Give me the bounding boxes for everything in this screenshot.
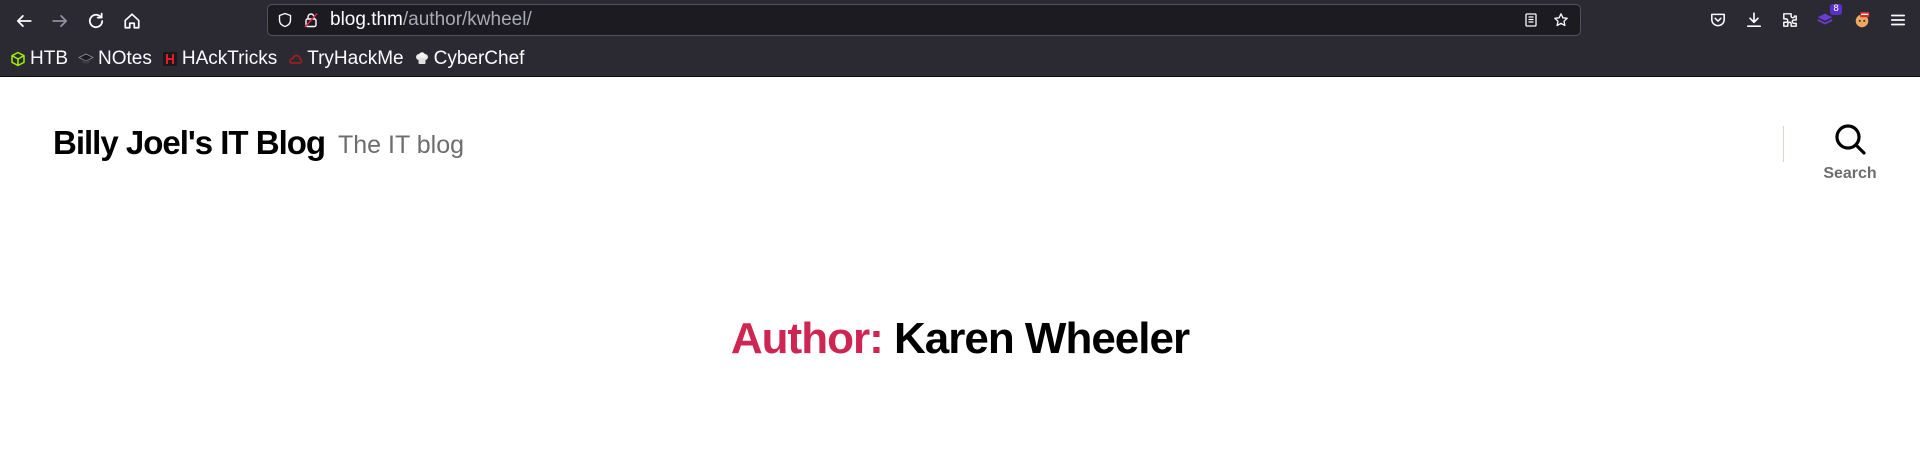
url-text[interactable]: blog.thm/author/kwheel/ [330, 9, 532, 31]
archive-title-prefix: Author: [730, 314, 884, 363]
htb-cube-icon [10, 51, 26, 67]
home-icon[interactable] [114, 3, 150, 39]
pocket-icon[interactable] [1700, 2, 1736, 38]
bookmark-label: NOtes [98, 47, 152, 69]
url-path: /author/kwheel/ [402, 9, 532, 30]
extension-badge-count: 8 [1830, 4, 1842, 15]
notes-hat-icon [78, 51, 94, 67]
bookmarks-bar: HTB NOtes HAckTricks TryHackMe CyberChef [0, 41, 1920, 77]
menu-icon[interactable] [1880, 2, 1916, 38]
bookmark-label: CyberChef [433, 47, 525, 69]
hacktricks-icon [162, 51, 178, 67]
downloads-icon[interactable] [1736, 2, 1772, 38]
bookmark-star-icon[interactable] [1550, 9, 1572, 31]
browser-toolbar: blog.thm/author/kwheel/ 8 [0, 0, 1920, 41]
search-label: Search [1823, 165, 1877, 182]
header-divider [1783, 126, 1784, 162]
archive-title: Author: Karen Wheeler [0, 314, 1920, 364]
bookmark-tryhackme[interactable]: TryHackMe [287, 47, 404, 70]
site-description: The IT blog [338, 131, 465, 159]
extensions-icon[interactable] [1772, 2, 1808, 38]
web-page: Billy Joel's IT Blog The IT blog Search … [0, 78, 1920, 473]
search-toggle-button[interactable]: Search [1800, 122, 1900, 192]
back-arrow-icon[interactable] [6, 3, 42, 39]
extension-badge-icon[interactable]: 8 [1808, 2, 1844, 38]
forward-arrow-icon[interactable] [42, 3, 78, 39]
url-bar[interactable]: blog.thm/author/kwheel/ [267, 4, 1581, 36]
bookmark-label: HTB [30, 47, 68, 69]
insecure-lock-icon[interactable] [300, 9, 322, 31]
search-icon [1833, 122, 1867, 161]
reload-icon[interactable] [78, 3, 114, 39]
bookmark-hacktricks[interactable]: HAckTricks [162, 48, 277, 70]
chef-hat-icon [414, 51, 430, 67]
url-host: blog.thm [330, 9, 403, 30]
bookmark-label: TryHackMe [307, 47, 404, 69]
tracking-shield-icon[interactable] [274, 9, 296, 31]
reader-view-icon[interactable] [1520, 9, 1542, 31]
bookmark-htb[interactable]: HTB [10, 48, 68, 70]
author-name: Karen Wheeler [893, 314, 1190, 363]
bookmark-cyberchef[interactable]: CyberChef [414, 47, 525, 70]
bookmark-label: HAckTricks [181, 47, 278, 69]
tryhackme-icon [287, 51, 303, 67]
bookmark-notes[interactable]: NOtes [78, 48, 152, 70]
extension-avatar-icon[interactable] [1844, 2, 1880, 38]
site-title[interactable]: Billy Joel's IT Blog [53, 124, 326, 162]
